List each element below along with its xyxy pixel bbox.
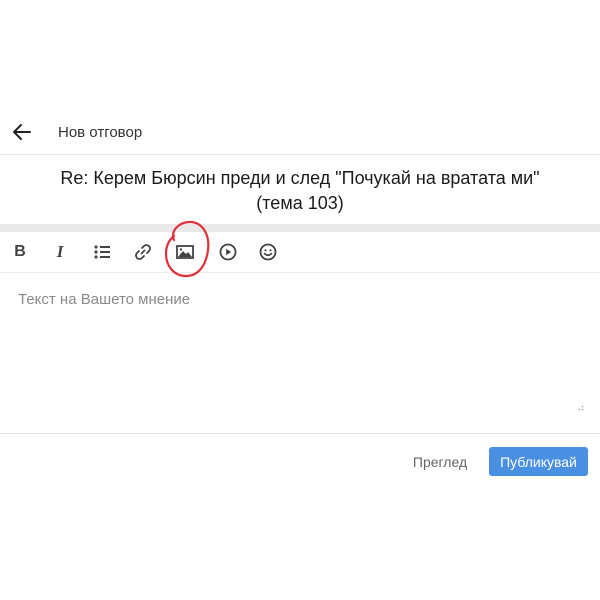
emoji-icon: [259, 243, 277, 261]
arrow-left-icon: [13, 124, 31, 140]
link-icon: [135, 244, 151, 260]
page-title: Нов отговор: [58, 124, 143, 141]
bulleted-list-button[interactable]: [90, 240, 114, 264]
reply-screen: Нов отговор Re: Керем Бюрсин преди и сле…: [0, 0, 600, 600]
back-button[interactable]: [10, 120, 34, 144]
insert-video-button[interactable]: [216, 240, 240, 264]
italic-icon: I: [56, 242, 64, 261]
editor-placeholder: Текст на Вашето мнение: [18, 291, 191, 308]
publish-button[interactable]: Публикувай: [489, 447, 588, 476]
header-bar: Нов отговор: [0, 112, 600, 155]
topic-title: Re: Керем Бюрсин преди и след "Почукай н…: [20, 166, 580, 216]
bold-button[interactable]: B: [8, 240, 32, 264]
bulleted-list-icon: [94, 245, 110, 259]
reply-text-area[interactable]: Текст на Вашето мнение: [0, 273, 600, 434]
topic-title-line2: (тема 103): [256, 193, 344, 213]
video-play-icon: [219, 243, 237, 261]
formatting-toolbar: B I: [0, 232, 600, 273]
resize-handle-icon[interactable]: [578, 405, 584, 411]
topic-title-line1: Re: Керем Бюрсин преди и след "Почукай н…: [60, 168, 540, 188]
italic-button[interactable]: I: [48, 240, 72, 264]
preview-button[interactable]: Преглед: [404, 448, 476, 476]
link-button[interactable]: [131, 240, 155, 264]
bold-icon: B: [14, 243, 26, 260]
emoji-button[interactable]: [256, 240, 280, 264]
insert-image-button[interactable]: [173, 240, 197, 264]
image-icon: [176, 245, 194, 259]
divider-band: [0, 224, 600, 232]
